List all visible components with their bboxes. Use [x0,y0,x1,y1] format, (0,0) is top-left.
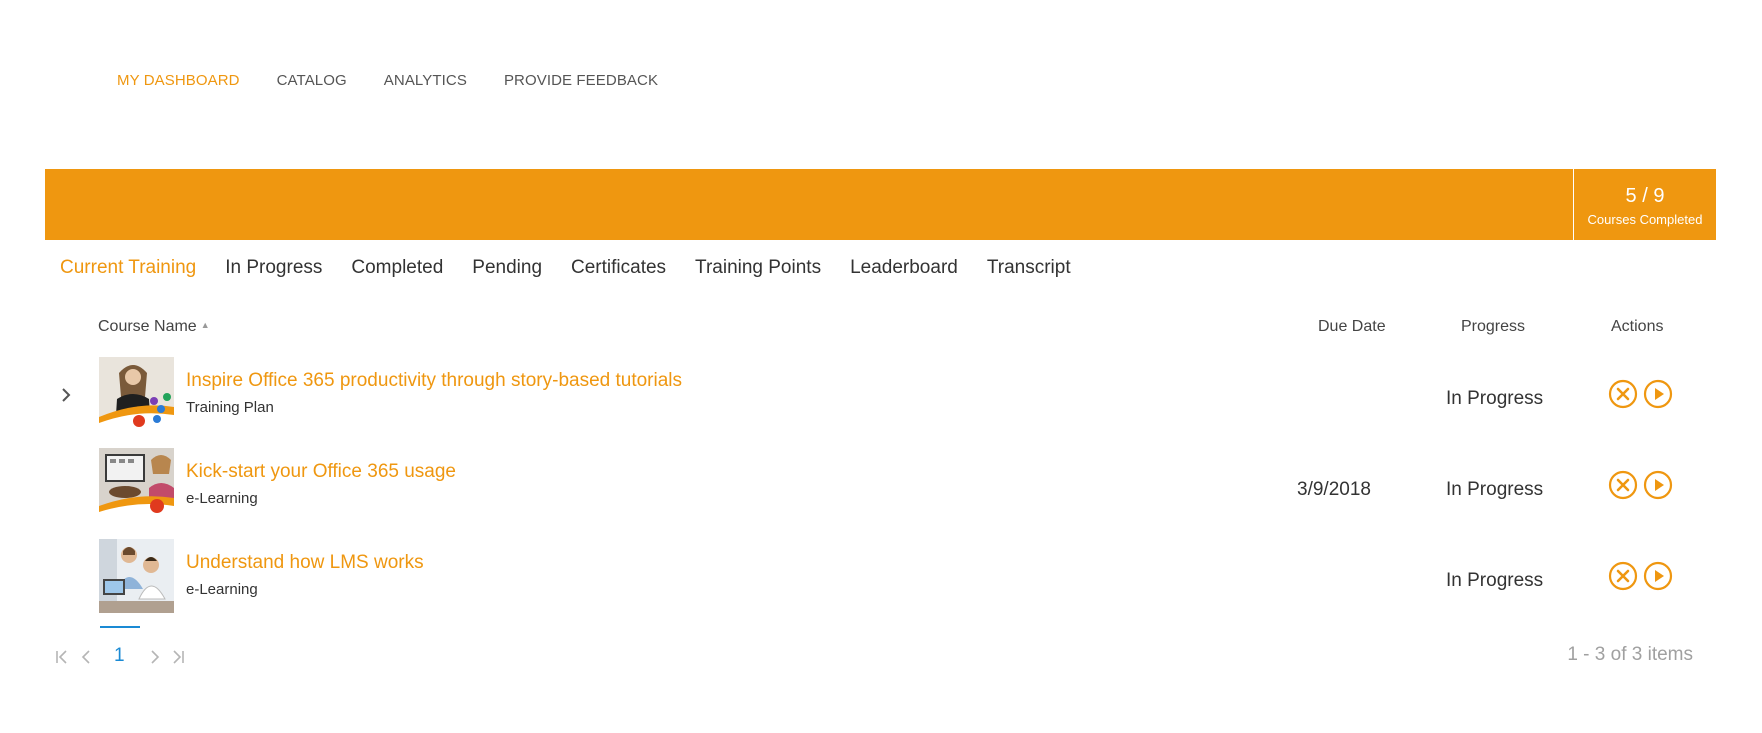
tab-leaderboard[interactable]: Leaderboard [850,257,958,279]
sort-ascending-icon: ▲ [200,320,210,330]
next-page-icon[interactable] [147,648,163,666]
course-type: Training Plan [186,399,274,416]
tab-in-progress[interactable]: In Progress [225,257,322,279]
course-title-link[interactable]: Inspire Office 365 productivity through … [186,370,682,392]
cancel-circle-icon[interactable] [1608,470,1638,500]
training-tabs: Current Training In Progress Completed P… [60,257,1071,279]
course-thumbnail [99,539,174,613]
courses-completed-label: Courses Completed [1587,212,1703,227]
course-type: e-Learning [186,490,258,507]
table-row: Inspire Office 365 productivity through … [0,357,1762,433]
tab-pending[interactable]: Pending [472,257,542,279]
progress-status: In Progress [1446,388,1544,409]
nav-my-dashboard[interactable]: MY DASHBOARD [117,72,240,89]
courses-completed-value: 5 / 9 [1625,185,1665,207]
page-number-current[interactable]: 1 [114,645,125,667]
courses-completed-stat: 5 / 9 Courses Completed [1573,169,1716,240]
progress-status: In Progress [1446,570,1544,591]
nav-catalog[interactable]: CATALOG [277,72,347,89]
play-circle-icon[interactable] [1643,561,1673,591]
pager-item-count: 1 - 3 of 3 items [1567,644,1693,665]
play-circle-icon[interactable] [1643,470,1673,500]
column-header-actions: Actions [1611,318,1664,335]
top-navigation: MY DASHBOARD CATALOG ANALYTICS PROVIDE F… [117,72,658,89]
course-type: e-Learning [186,581,258,598]
pager-scroll-indicator [100,626,140,628]
column-header-course-name-label: Course Name [98,318,197,335]
table-row: Understand how LMS works e-Learning In P… [0,539,1762,615]
tab-current-training[interactable]: Current Training [60,257,196,279]
last-page-icon[interactable] [170,648,186,666]
first-page-icon[interactable] [54,648,70,666]
tab-certificates[interactable]: Certificates [571,257,666,279]
nav-analytics[interactable]: ANALYTICS [384,72,467,89]
tab-training-points[interactable]: Training Points [695,257,821,279]
course-thumbnail [99,357,174,431]
column-header-due-date[interactable]: Due Date [1318,318,1386,336]
cancel-circle-icon[interactable] [1608,379,1638,409]
tab-completed[interactable]: Completed [351,257,443,279]
dashboard-banner: 5 / 9 Courses Completed [45,169,1716,240]
column-header-course-name[interactable]: Course Name ▲ [98,318,210,336]
cancel-circle-icon[interactable] [1608,561,1638,591]
progress-status: In Progress [1446,479,1544,500]
course-thumbnail [99,448,174,522]
course-title-link[interactable]: Understand how LMS works [186,552,424,574]
prev-page-icon[interactable] [78,648,94,666]
expand-chevron-icon[interactable] [60,385,72,405]
tab-transcript[interactable]: Transcript [987,257,1071,279]
column-header-progress[interactable]: Progress [1461,318,1525,336]
play-circle-icon[interactable] [1643,379,1673,409]
due-date: 3/9/2018 [1297,479,1371,500]
course-title-link[interactable]: Kick-start your Office 365 usage [186,461,456,483]
table-row: Kick-start your Office 365 usage e-Learn… [0,448,1762,524]
nav-provide-feedback[interactable]: PROVIDE FEEDBACK [504,72,658,89]
